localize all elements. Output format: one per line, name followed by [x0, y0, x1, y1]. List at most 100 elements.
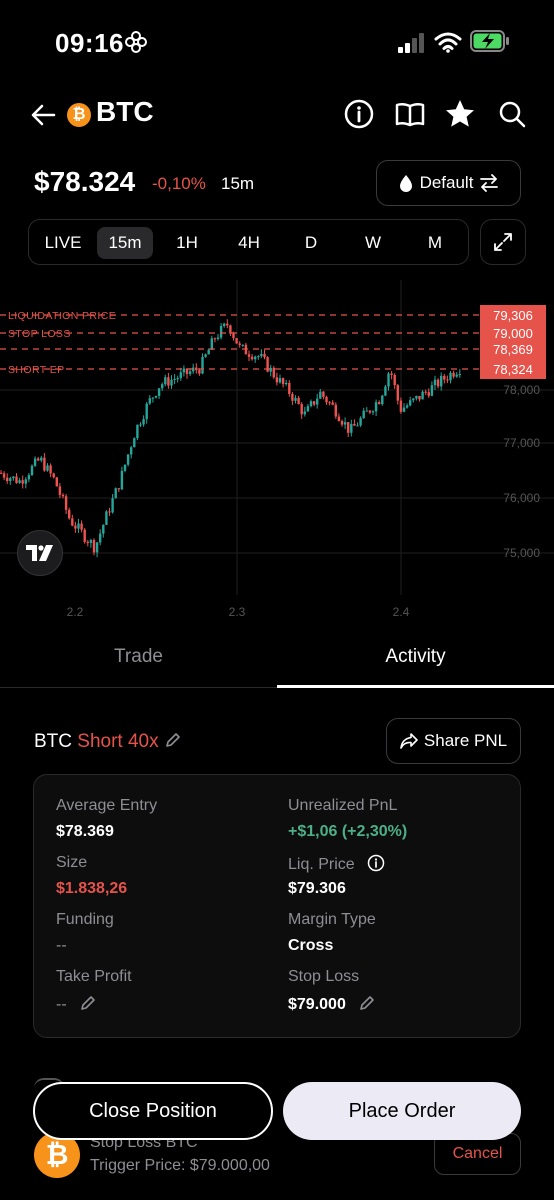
candle-body — [424, 391, 427, 393]
close-position-button[interactable]: Close Position — [33, 1082, 273, 1140]
candle-body — [226, 323, 229, 326]
candle-body — [371, 411, 375, 413]
candle-body — [350, 423, 353, 433]
x-axis: 2.2 2.3 2.4 — [67, 605, 410, 619]
funding-value: -- — [56, 937, 67, 954]
timeframe-selector: LIVE 15m 1H 4H D W M — [28, 219, 469, 265]
candle-body — [37, 458, 40, 461]
star-icon[interactable] — [444, 98, 476, 130]
focus-flower-icon — [125, 31, 147, 53]
x-tick: 2.4 — [393, 605, 410, 619]
candle-body — [204, 354, 207, 357]
candle-body — [297, 397, 300, 405]
edit-stop-loss-icon[interactable] — [358, 994, 376, 1012]
candle-body — [80, 523, 83, 530]
candle-body — [260, 353, 263, 357]
share-pnl-button[interactable]: Share PNL — [386, 718, 521, 764]
edit-leverage-icon[interactable] — [164, 731, 182, 749]
candle-body — [387, 373, 390, 387]
book-icon[interactable] — [394, 98, 426, 130]
candle-body — [30, 465, 34, 476]
y-tick: 75,000 — [503, 546, 540, 560]
candle-body — [340, 421, 344, 425]
candle-body — [12, 476, 15, 479]
candle-body — [421, 391, 424, 400]
candle-body — [365, 410, 368, 412]
battery-charging-icon — [470, 30, 509, 52]
tf-live[interactable]: LIVE — [37, 227, 89, 259]
candle-body — [294, 397, 297, 401]
tf-1h[interactable]: 1H — [161, 227, 213, 259]
candle-body — [449, 372, 452, 381]
edit-take-profit-icon[interactable] — [79, 994, 97, 1012]
back-arrow-icon[interactable] — [30, 102, 56, 128]
margin-type-label: Margin Type — [288, 911, 376, 928]
candle-body — [458, 374, 461, 376]
candle-body — [322, 391, 325, 397]
y-tick: 78,000 — [503, 383, 540, 397]
candle-body — [24, 479, 27, 484]
price-tag-value: 78,324 — [493, 362, 533, 377]
tf-15m[interactable]: 15m — [97, 227, 153, 259]
price-tag-value: 78,369 — [493, 342, 533, 357]
active-tab-indicator — [277, 685, 554, 688]
funding-field: Funding -- — [56, 911, 114, 955]
candle-body — [455, 374, 458, 377]
info-icon[interactable] — [343, 98, 375, 130]
place-order-button[interactable]: Place Order — [283, 1082, 521, 1140]
candle-body — [399, 400, 403, 412]
candle-body — [139, 424, 142, 426]
upnl-label: Unrealized PnL — [288, 797, 398, 814]
candle-body — [331, 402, 334, 405]
tab-trade[interactable]: Trade — [0, 646, 277, 668]
price-chart[interactable]: LIQUIDATION PRICE 79,306STOP LOSS 79,00078… — [0, 280, 554, 620]
candle-body — [157, 388, 161, 396]
candle-body — [201, 356, 204, 374]
size-label: Size — [56, 854, 88, 871]
y-tick: 76,000 — [503, 491, 540, 505]
search-icon[interactable] — [496, 98, 528, 130]
current-price: $78.324 — [34, 166, 136, 197]
position-side: Short 40x — [77, 731, 159, 752]
candle-body — [179, 372, 182, 379]
default-label: Default — [419, 173, 474, 192]
candle-body — [148, 398, 151, 404]
candle-body — [257, 356, 260, 358]
candle-body — [402, 407, 406, 412]
candle-body — [334, 404, 337, 417]
default-layout-button[interactable]: Default — [376, 160, 521, 206]
candle-body — [390, 373, 393, 375]
candle-body — [161, 384, 164, 389]
candle-body — [86, 541, 89, 543]
tf-d[interactable]: D — [285, 227, 337, 259]
tf-w[interactable]: W — [347, 227, 399, 259]
info-icon[interactable] — [367, 854, 385, 872]
tf-4h[interactable]: 4H — [223, 227, 275, 259]
candle-body — [312, 401, 316, 405]
candle-body — [409, 400, 412, 406]
take-profit-value: -- — [56, 996, 67, 1013]
stop-loss-value: $79.000 — [288, 996, 346, 1013]
price-tag-value: 79,000 — [493, 326, 533, 341]
avg-entry-field: Average Entry $78.369 — [56, 797, 157, 841]
candle-body — [374, 402, 378, 412]
candle-body — [173, 378, 176, 380]
stop-loss-field: Stop Loss $79.000 — [288, 968, 376, 1014]
candle-body — [219, 325, 223, 338]
wifi-icon — [434, 32, 462, 53]
candle-body — [207, 349, 210, 355]
share-icon — [400, 733, 418, 749]
candle-body — [309, 401, 313, 407]
candle-body — [182, 368, 186, 373]
fullscreen-button[interactable] — [480, 219, 526, 265]
candle-body — [325, 396, 328, 403]
tradingview-logo[interactable] — [17, 530, 63, 576]
tf-m[interactable]: M — [409, 227, 461, 259]
candle-body — [319, 391, 322, 399]
candle-body — [316, 398, 319, 405]
tab-activity[interactable]: Activity — [277, 646, 554, 668]
candle-body — [291, 393, 294, 401]
price-line-label: STOP LOSS — [8, 328, 71, 340]
candles — [0, 319, 461, 558]
candle-body — [89, 540, 93, 543]
